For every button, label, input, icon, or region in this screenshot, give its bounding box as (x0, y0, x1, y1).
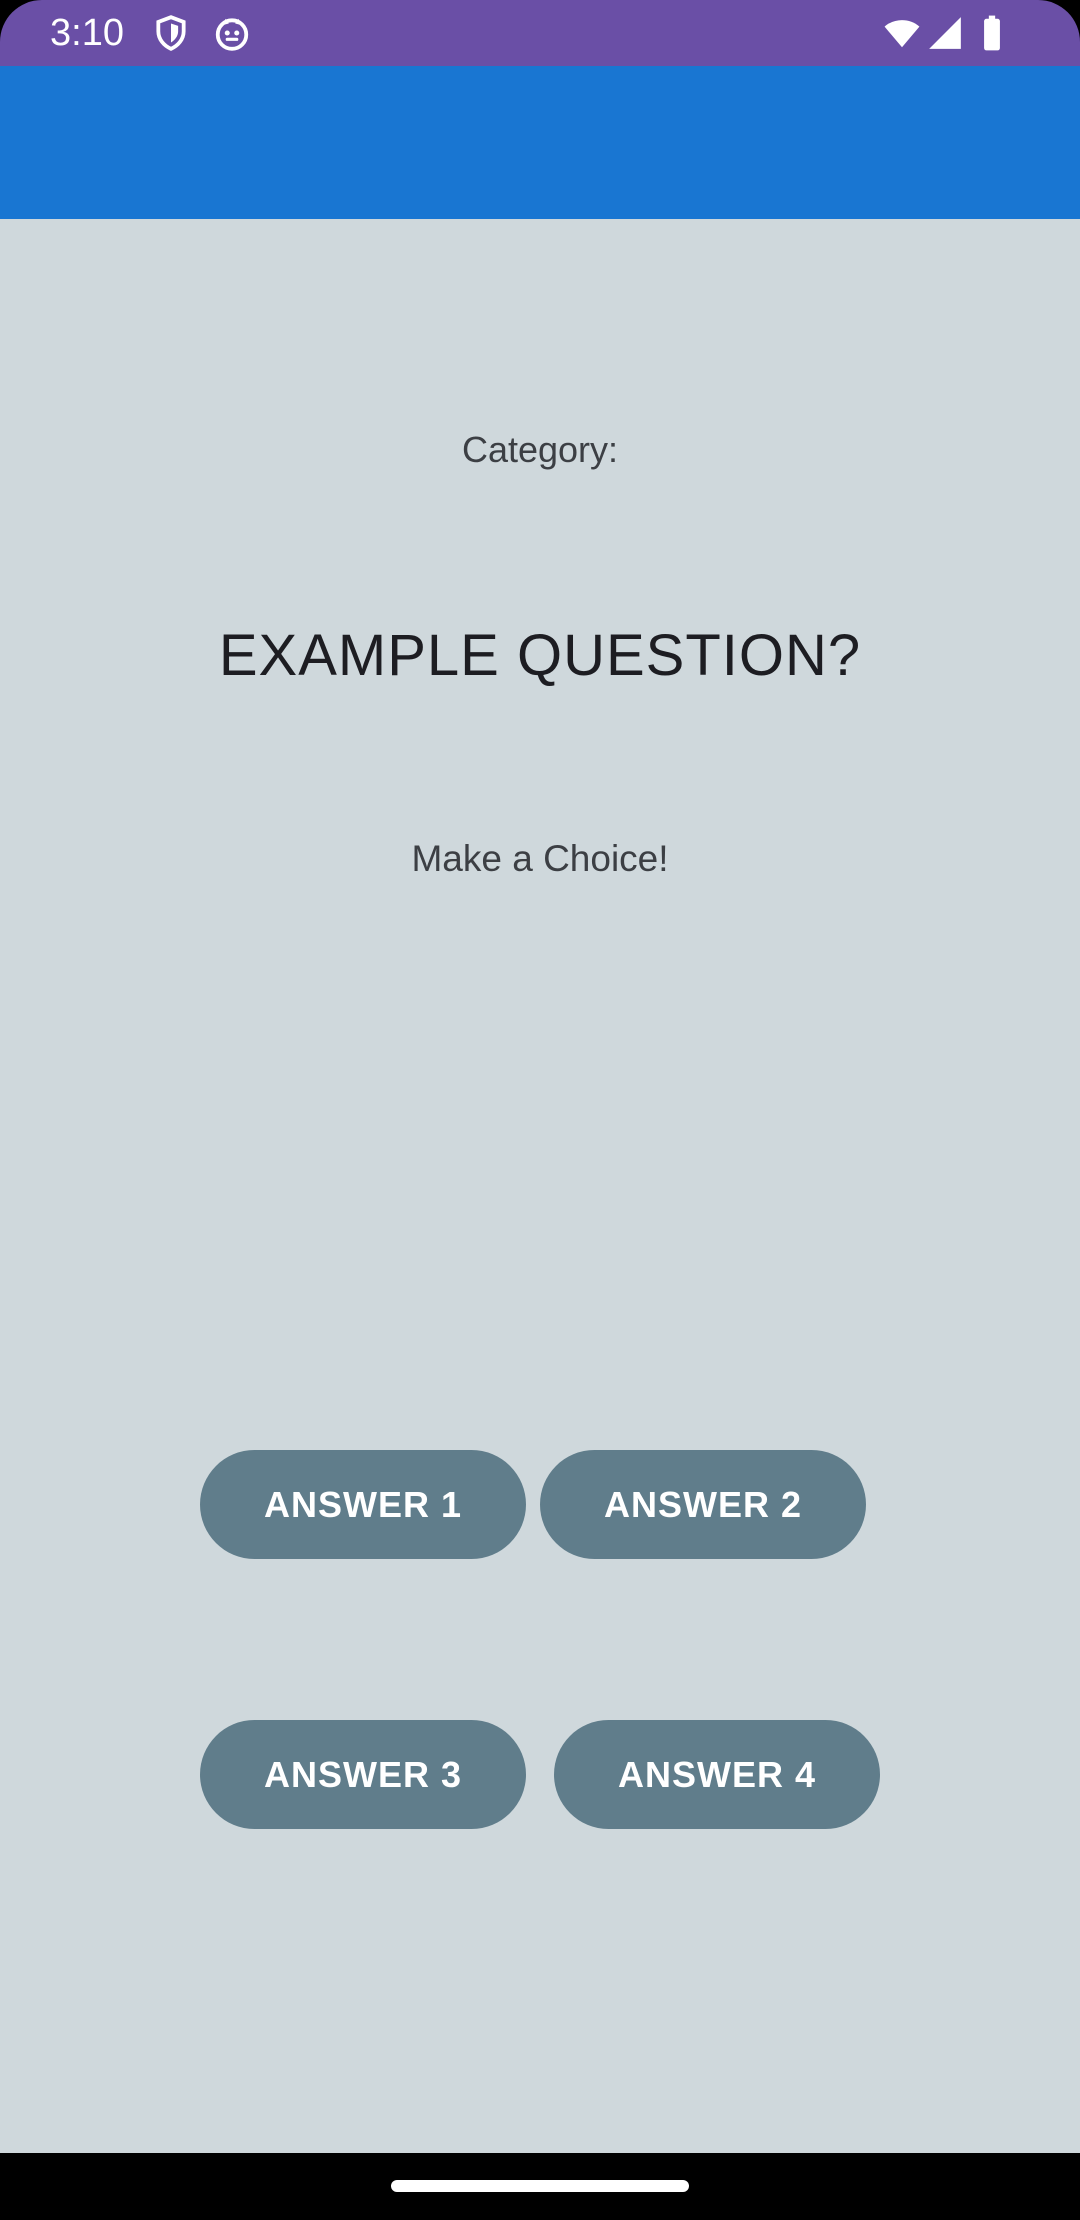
answer-4-button[interactable]: ANSWER 4 (554, 1720, 880, 1829)
home-indicator[interactable] (391, 2180, 689, 2192)
category-label: Category: (461, 429, 619, 470)
cellular-signal-icon (926, 14, 964, 52)
quiz-screen: Category: EXAMPLE QUESTION? Make a Choic… (0, 219, 1080, 2153)
choice-prompt: Make a Choice! (411, 838, 669, 879)
question-text: EXAMPLE QUESTION? (218, 623, 862, 688)
shield-icon (152, 14, 190, 52)
answer-1-button[interactable]: ANSWER 1 (200, 1450, 526, 1559)
answer-2-button[interactable]: ANSWER 2 (540, 1450, 866, 1559)
cat-face-icon (213, 14, 251, 52)
answer-3-button[interactable]: ANSWER 3 (200, 1720, 526, 1829)
wifi-icon (880, 14, 924, 52)
status-time: 3:10 (50, 12, 124, 54)
status-bar: 3:10 (0, 0, 1080, 66)
battery-icon (980, 14, 1004, 52)
app-bar (0, 66, 1080, 219)
